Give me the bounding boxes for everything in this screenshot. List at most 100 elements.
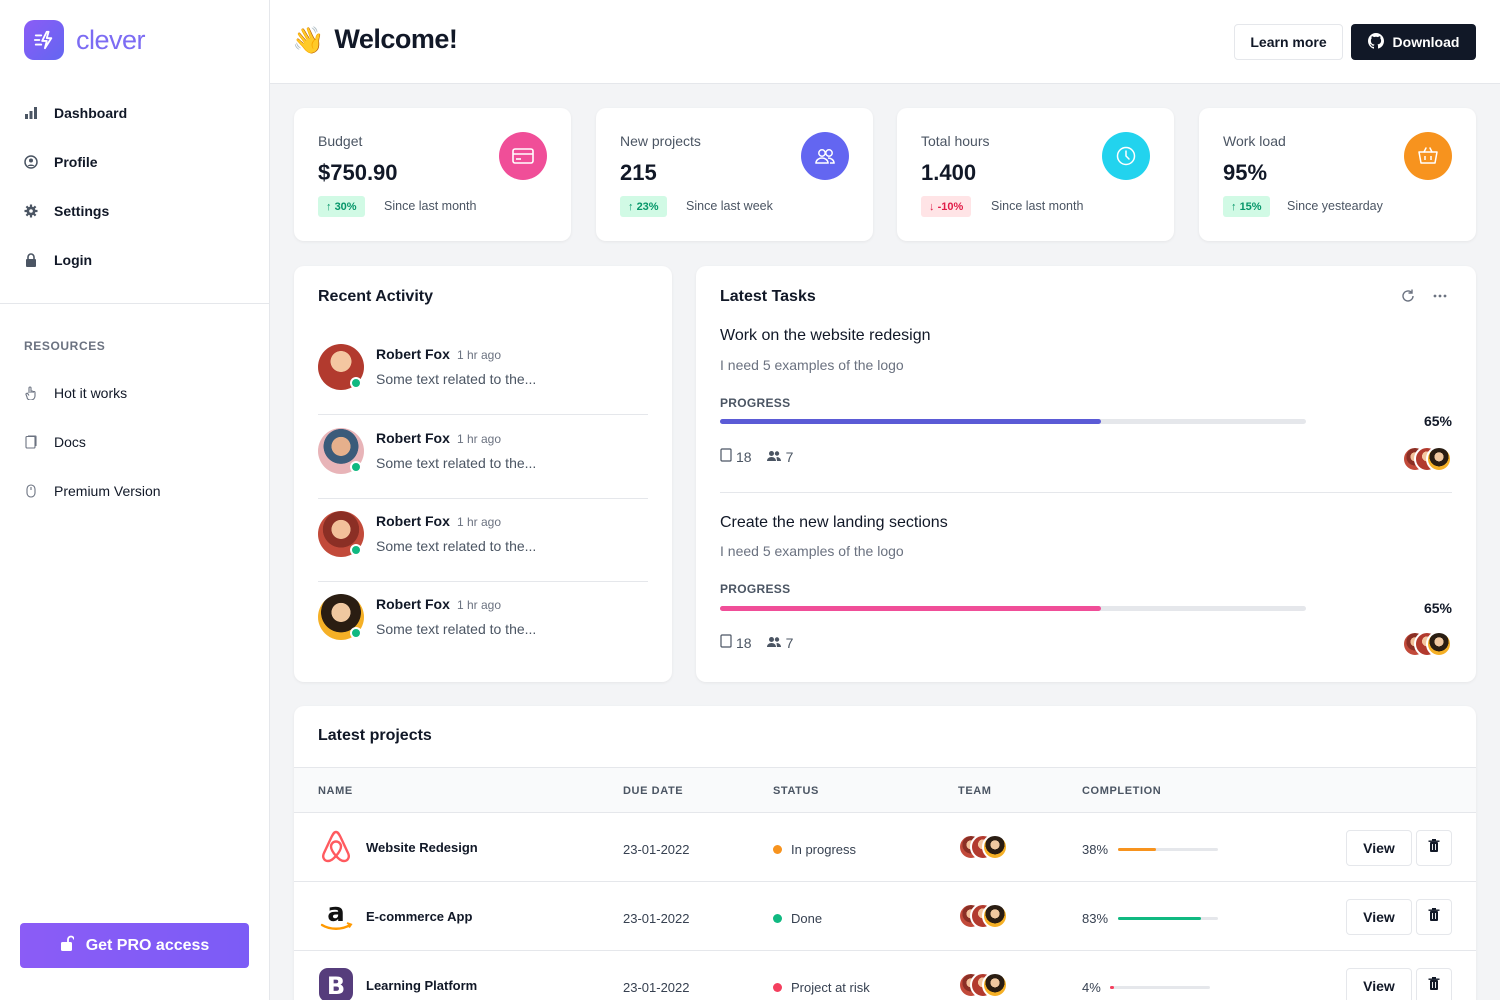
latest-projects-card: Latest projects NAME DUE DATE STATUS TEA… bbox=[294, 706, 1476, 1000]
card-title: Latest Tasks bbox=[720, 288, 816, 305]
resources-nav: Hot it works Docs Premium Version bbox=[0, 368, 269, 515]
column-header-team[interactable]: TEAM bbox=[958, 785, 992, 797]
progress-percent: 65% bbox=[1423, 600, 1452, 616]
team-avatars bbox=[958, 834, 1008, 860]
table-row: B Learning Platform 23-01-2022 Project a… bbox=[294, 951, 1476, 1000]
sidebar-item-dashboard[interactable]: Dashboard bbox=[0, 88, 269, 137]
task-meta: 18 7 bbox=[720, 634, 807, 651]
column-header-name[interactable]: NAME bbox=[318, 785, 353, 797]
online-status-dot bbox=[350, 461, 362, 473]
completion-bar bbox=[1118, 917, 1218, 920]
completion-fill bbox=[1110, 986, 1114, 989]
card-title: Latest projects bbox=[318, 727, 432, 744]
sidebar-item-label: Settings bbox=[54, 202, 110, 219]
completion-percent: 4% bbox=[1082, 980, 1101, 995]
column-header-due-date[interactable]: DUE DATE bbox=[623, 785, 683, 797]
online-status-dot bbox=[350, 544, 362, 556]
more-options-icon[interactable] bbox=[1432, 288, 1448, 309]
sidebar-divider bbox=[0, 303, 269, 304]
stat-card-work-load: Work load 95% ↑ 15% Since yestearday bbox=[1199, 108, 1476, 241]
recent-activity-card: Recent Activity Robert Fox 1 hr ago Some… bbox=[294, 266, 672, 682]
mouse-icon bbox=[24, 483, 38, 498]
activity-text: Some text related to the... bbox=[376, 371, 537, 387]
stat-card-total-hours: Total hours 1.400 ↓ -10% Since last mont… bbox=[897, 108, 1174, 241]
arrow-up-icon: ↑ bbox=[326, 200, 332, 213]
top-header: 👋 Welcome! Learn more Download bbox=[270, 0, 1500, 84]
lightning-icon bbox=[24, 20, 64, 60]
trash-icon bbox=[1428, 839, 1440, 857]
sidebar-item-docs[interactable]: Docs bbox=[0, 417, 269, 466]
svg-text:B: B bbox=[327, 972, 345, 1000]
activity-time: 1 hr ago bbox=[457, 348, 502, 362]
sidebar-item-settings[interactable]: Settings bbox=[0, 186, 269, 235]
column-header-completion[interactable]: COMPLETION bbox=[1082, 785, 1161, 797]
get-pro-button[interactable]: Get PRO access bbox=[20, 923, 249, 968]
main-nav: Dashboard Profile Settings Login bbox=[0, 88, 269, 284]
completion-percent: 38% bbox=[1082, 842, 1109, 857]
project-name[interactable]: Learning Platform bbox=[366, 978, 477, 993]
column-header-status[interactable]: STATUS bbox=[773, 785, 819, 797]
project-name[interactable]: Website Redesign bbox=[366, 840, 478, 855]
project-name[interactable]: E-commerce App bbox=[366, 909, 472, 924]
stat-value: $750.90 bbox=[318, 160, 398, 185]
sidebar-item-label: Premium Version bbox=[54, 482, 161, 499]
activity-item[interactable]: Robert Fox 1 hr ago Some text related to… bbox=[318, 428, 648, 511]
activity-item[interactable]: Robert Fox 1 hr ago Some text related to… bbox=[318, 344, 648, 427]
basket-icon bbox=[1404, 132, 1452, 180]
activity-item[interactable]: Robert Fox 1 hr ago Some text related to… bbox=[318, 594, 648, 677]
stat-label: Total hours bbox=[921, 133, 990, 149]
progress-label: PROGRESS bbox=[720, 582, 791, 596]
stat-value: 1.400 bbox=[921, 160, 977, 185]
divider bbox=[720, 492, 1452, 493]
sidebar-item-how-it-works[interactable]: Hot it works bbox=[0, 368, 269, 417]
sidebar-item-label: Hot it works bbox=[54, 384, 128, 401]
task-description: I need 5 examples of the logo bbox=[720, 357, 904, 373]
stat-since: Since last month bbox=[991, 199, 1084, 213]
delete-button[interactable] bbox=[1416, 830, 1452, 866]
avatar bbox=[982, 834, 1008, 860]
arrow-up-icon: ↑ bbox=[628, 200, 634, 213]
stat-change-badge: ↓ -10% bbox=[921, 196, 972, 217]
project-status: In progress bbox=[773, 842, 856, 857]
brand-logo[interactable]: clever bbox=[24, 20, 146, 60]
activity-user-name: Robert Fox bbox=[376, 513, 450, 529]
brand-name: clever bbox=[76, 24, 146, 55]
activity-item[interactable]: Robert Fox 1 hr ago Some text related to… bbox=[318, 511, 648, 594]
bar-chart-icon bbox=[24, 106, 38, 120]
delete-button[interactable] bbox=[1416, 968, 1452, 1000]
view-button[interactable]: View bbox=[1346, 830, 1412, 866]
progress-fill bbox=[720, 419, 1101, 424]
svg-text:a: a bbox=[327, 898, 345, 928]
project-due-date: 23-01-2022 bbox=[623, 842, 690, 857]
task-title[interactable]: Work on the website redesign bbox=[720, 327, 930, 345]
sidebar-item-premium[interactable]: Premium Version bbox=[0, 466, 269, 515]
credit-card-icon bbox=[499, 132, 547, 180]
project-status: Project at risk bbox=[773, 980, 870, 995]
refresh-icon[interactable] bbox=[1400, 288, 1416, 309]
avatar bbox=[1426, 446, 1452, 472]
activity-user-name: Robert Fox bbox=[376, 430, 450, 446]
view-button[interactable]: View bbox=[1346, 968, 1412, 1000]
arrow-down-icon: ↓ bbox=[929, 200, 935, 213]
progress-fill bbox=[720, 606, 1101, 611]
view-button[interactable]: View bbox=[1346, 899, 1412, 935]
page-title: Welcome! bbox=[334, 24, 458, 54]
delete-button[interactable] bbox=[1416, 899, 1452, 935]
download-button[interactable]: Download bbox=[1351, 24, 1476, 60]
stat-label: Work load bbox=[1223, 133, 1286, 149]
stat-since: Since last week bbox=[686, 199, 773, 213]
status-dot bbox=[773, 914, 782, 923]
stat-value: 215 bbox=[620, 160, 657, 185]
file-icon bbox=[720, 634, 732, 651]
activity-time: 1 hr ago bbox=[457, 515, 502, 529]
task-title[interactable]: Create the new landing sections bbox=[720, 514, 948, 532]
sidebar-item-login[interactable]: Login bbox=[0, 235, 269, 284]
progress-bar bbox=[720, 606, 1306, 611]
table-row: Website Redesign 23-01-2022 In progress … bbox=[294, 813, 1476, 882]
learn-more-button[interactable]: Learn more bbox=[1234, 24, 1343, 60]
divider bbox=[318, 498, 648, 499]
progress-bar bbox=[720, 419, 1306, 424]
users-icon bbox=[801, 132, 849, 180]
sidebar-item-profile[interactable]: Profile bbox=[0, 137, 269, 186]
task-description: I need 5 examples of the logo bbox=[720, 543, 904, 559]
